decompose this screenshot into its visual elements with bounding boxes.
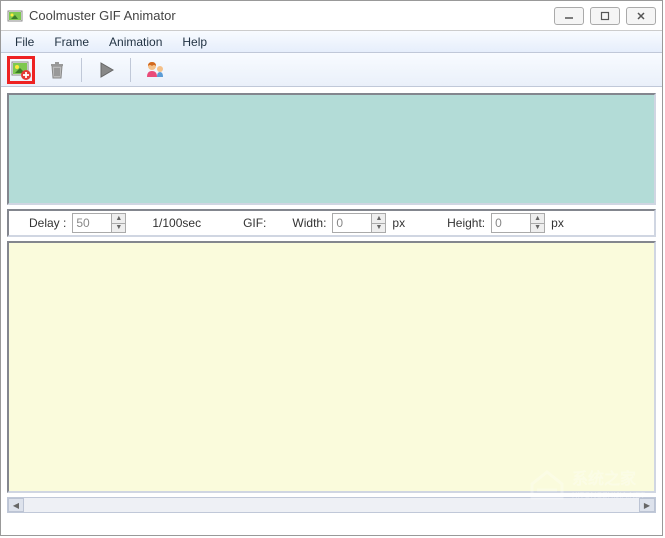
height-label: Height:: [447, 216, 485, 230]
toolbar-separator-2: [130, 58, 131, 82]
window-buttons: [554, 7, 656, 25]
toolbar: [1, 53, 662, 87]
titlebar: Coolmuster GIF Animator: [1, 1, 662, 31]
horizontal-scrollbar[interactable]: ◀ ▶: [7, 497, 656, 513]
menu-frame[interactable]: Frame: [46, 33, 97, 51]
delay-input[interactable]: 50: [72, 213, 112, 233]
height-unit: px: [551, 216, 564, 230]
delete-button[interactable]: [43, 56, 71, 84]
content-area: Delay : 50 ▲▼ 1/100sec GIF: Width: 0 ▲▼ …: [1, 87, 662, 519]
width-label: Width:: [292, 216, 326, 230]
width-spinner[interactable]: ▲▼: [372, 213, 386, 233]
menu-help[interactable]: Help: [174, 33, 215, 51]
app-window: Coolmuster GIF Animator File Frame Anima…: [0, 0, 663, 536]
gif-label: GIF:: [243, 216, 266, 230]
scroll-right-button[interactable]: ▶: [639, 498, 655, 512]
delay-spinner[interactable]: ▲▼: [112, 213, 126, 233]
window-title: Coolmuster GIF Animator: [29, 8, 554, 23]
scroll-left-button[interactable]: ◀: [8, 498, 24, 512]
width-input[interactable]: 0: [332, 213, 372, 233]
height-spinner[interactable]: ▲▼: [531, 213, 545, 233]
toolbar-separator: [81, 58, 82, 82]
minimize-button[interactable]: [554, 7, 584, 25]
height-input[interactable]: 0: [491, 213, 531, 233]
about-button[interactable]: [141, 56, 169, 84]
app-icon: [7, 8, 23, 24]
preview-panel: [7, 93, 656, 205]
maximize-button[interactable]: [590, 7, 620, 25]
delay-unit: 1/100sec: [152, 216, 201, 230]
menu-animation[interactable]: Animation: [101, 33, 170, 51]
play-button[interactable]: [92, 56, 120, 84]
frames-panel: [7, 241, 656, 493]
menubar: File Frame Animation Help: [1, 31, 662, 53]
controls-row: Delay : 50 ▲▼ 1/100sec GIF: Width: 0 ▲▼ …: [7, 209, 656, 237]
menu-file[interactable]: File: [7, 33, 42, 51]
add-image-button[interactable]: [7, 56, 35, 84]
delay-label: Delay :: [29, 216, 66, 230]
width-unit: px: [392, 216, 405, 230]
close-button[interactable]: [626, 7, 656, 25]
